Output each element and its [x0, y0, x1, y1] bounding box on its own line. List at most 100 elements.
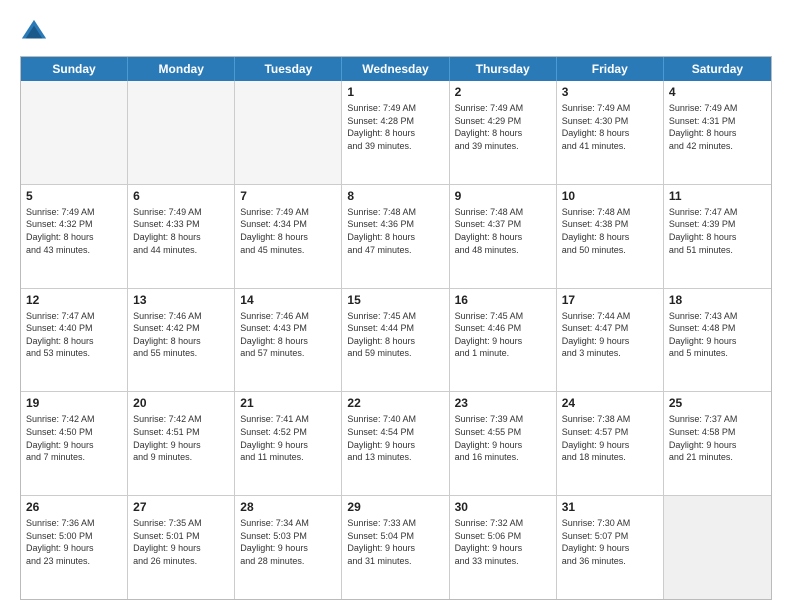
day-number: 26 — [26, 500, 122, 514]
weekday-header-thursday: Thursday — [450, 57, 557, 81]
day-number: 22 — [347, 396, 443, 410]
calendar-cell-3-7: 18 Sunrise: 7:43 AM Sunset: 4:48 PM Dayli… — [664, 289, 771, 392]
weekday-header-sunday: Sunday — [21, 57, 128, 81]
calendar-week-4: 19Sunrise: 7:42 AM Sunset: 4:50 PM Dayli… — [21, 392, 771, 496]
calendar-cell-3-6: 17Sunrise: 7:44 AM Sunset: 4:47 PM Dayli… — [557, 289, 664, 392]
day-number: 5 — [26, 189, 122, 203]
cell-text: Sunrise: 7:49 AM Sunset: 4:33 PM Dayligh… — [133, 206, 229, 256]
day-number: 30 — [455, 500, 551, 514]
calendar-cell-5-5: 30 Sunrise: 7:32 AM Sunset: 5:06 PM Dayli… — [450, 496, 557, 599]
cell-text: Sunrise: 7:39 AM Sunset: 4:55 PM Dayligh… — [455, 413, 551, 463]
cell-text: Sunrise: 7:49 AM Sunset: 4:31 PM Dayligh… — [669, 102, 766, 152]
calendar-week-2: 5 Sunrise: 7:49 AM Sunset: 4:32 PM Daylig… — [21, 185, 771, 289]
calendar-cell-4-5: 23 Sunrise: 7:39 AM Sunset: 4:55 PM Dayli… — [450, 392, 557, 495]
calendar-cell-2-6: 10 Sunrise: 7:48 AM Sunset: 4:38 PM Dayli… — [557, 185, 664, 288]
calendar-cell-5-3: 28 Sunrise: 7:34 AM Sunset: 5:03 PM Dayli… — [235, 496, 342, 599]
logo-icon — [20, 18, 48, 46]
calendar-cell-3-4: 15 Sunrise: 7:45 AM Sunset: 4:44 PM Dayli… — [342, 289, 449, 392]
day-number: 16 — [455, 293, 551, 307]
cell-text: Sunrise: 7:45 AM Sunset: 4:44 PM Dayligh… — [347, 310, 443, 360]
cell-text: Sunrise: 7:47 AM Sunset: 4:40 PM Dayligh… — [26, 310, 122, 360]
day-number: 29 — [347, 500, 443, 514]
day-number: 20 — [133, 396, 229, 410]
calendar: SundayMondayTuesdayWednesdayThursdayFrid… — [20, 56, 772, 600]
calendar-cell-3-1: 12 Sunrise: 7:47 AM Sunset: 4:40 PM Dayli… — [21, 289, 128, 392]
day-number: 10 — [562, 189, 658, 203]
cell-text: Sunrise: 7:41 AM Sunset: 4:52 PM Dayligh… — [240, 413, 336, 463]
day-number: 4 — [669, 85, 766, 99]
cell-text: Sunrise: 7:47 AM Sunset: 4:39 PM Dayligh… — [669, 206, 766, 256]
cell-text: Sunrise: 7:33 AM Sunset: 5:04 PM Dayligh… — [347, 517, 443, 567]
cell-text: Sunrise: 7:46 AM Sunset: 4:42 PM Dayligh… — [133, 310, 229, 360]
calendar-cell-2-5: 9 Sunrise: 7:48 AM Sunset: 4:37 PM Daylig… — [450, 185, 557, 288]
cell-text: Sunrise: 7:49 AM Sunset: 4:32 PM Dayligh… — [26, 206, 122, 256]
weekday-header-wednesday: Wednesday — [342, 57, 449, 81]
day-number: 13 — [133, 293, 229, 307]
calendar-cell-1-4: 1 Sunrise: 7:49 AM Sunset: 4:28 PM Daylig… — [342, 81, 449, 184]
calendar-cell-2-7: 11 Sunrise: 7:47 AM Sunset: 4:39 PM Dayli… — [664, 185, 771, 288]
cell-text: Sunrise: 7:34 AM Sunset: 5:03 PM Dayligh… — [240, 517, 336, 567]
weekday-header-tuesday: Tuesday — [235, 57, 342, 81]
calendar-cell-2-1: 5 Sunrise: 7:49 AM Sunset: 4:32 PM Daylig… — [21, 185, 128, 288]
cell-text: Sunrise: 7:49 AM Sunset: 4:34 PM Dayligh… — [240, 206, 336, 256]
day-number: 18 — [669, 293, 766, 307]
calendar-cell-4-6: 24 Sunrise: 7:38 AM Sunset: 4:57 PM Dayli… — [557, 392, 664, 495]
day-number: 15 — [347, 293, 443, 307]
calendar-cell-4-7: 25Sunrise: 7:37 AM Sunset: 4:58 PM Dayli… — [664, 392, 771, 495]
calendar-cell-4-2: 20 Sunrise: 7:42 AM Sunset: 4:51 PM Dayli… — [128, 392, 235, 495]
calendar-cell-3-5: 16 Sunrise: 7:45 AM Sunset: 4:46 PM Dayli… — [450, 289, 557, 392]
logo — [20, 18, 52, 46]
calendar-cell-3-2: 13 Sunrise: 7:46 AM Sunset: 4:42 PM Dayli… — [128, 289, 235, 392]
cell-text: Sunrise: 7:38 AM Sunset: 4:57 PM Dayligh… — [562, 413, 658, 463]
calendar-body: 1 Sunrise: 7:49 AM Sunset: 4:28 PM Daylig… — [21, 81, 771, 599]
day-number: 3 — [562, 85, 658, 99]
day-number: 12 — [26, 293, 122, 307]
cell-text: Sunrise: 7:35 AM Sunset: 5:01 PM Dayligh… — [133, 517, 229, 567]
weekday-header-saturday: Saturday — [664, 57, 771, 81]
calendar-cell-3-3: 14Sunrise: 7:46 AM Sunset: 4:43 PM Dayli… — [235, 289, 342, 392]
calendar-week-1: 1 Sunrise: 7:49 AM Sunset: 4:28 PM Daylig… — [21, 81, 771, 185]
calendar-cell-2-4: 8Sunrise: 7:48 AM Sunset: 4:36 PM Daylig… — [342, 185, 449, 288]
cell-text: Sunrise: 7:32 AM Sunset: 5:06 PM Dayligh… — [455, 517, 551, 567]
calendar-week-3: 12 Sunrise: 7:47 AM Sunset: 4:40 PM Dayli… — [21, 289, 771, 393]
cell-text: Sunrise: 7:48 AM Sunset: 4:38 PM Dayligh… — [562, 206, 658, 256]
day-number: 23 — [455, 396, 551, 410]
day-number: 21 — [240, 396, 336, 410]
calendar-header: SundayMondayTuesdayWednesdayThursdayFrid… — [21, 57, 771, 81]
weekday-header-monday: Monday — [128, 57, 235, 81]
cell-text: Sunrise: 7:30 AM Sunset: 5:07 PM Dayligh… — [562, 517, 658, 567]
calendar-cell-4-1: 19Sunrise: 7:42 AM Sunset: 4:50 PM Dayli… — [21, 392, 128, 495]
calendar-cell-1-6: 3Sunrise: 7:49 AM Sunset: 4:30 PM Daylig… — [557, 81, 664, 184]
weekday-header-friday: Friday — [557, 57, 664, 81]
day-number: 9 — [455, 189, 551, 203]
cell-text: Sunrise: 7:49 AM Sunset: 4:29 PM Dayligh… — [455, 102, 551, 152]
calendar-cell-5-2: 27Sunrise: 7:35 AM Sunset: 5:01 PM Dayli… — [128, 496, 235, 599]
day-number: 28 — [240, 500, 336, 514]
cell-text: Sunrise: 7:45 AM Sunset: 4:46 PM Dayligh… — [455, 310, 551, 360]
day-number: 17 — [562, 293, 658, 307]
cell-text: Sunrise: 7:42 AM Sunset: 4:51 PM Dayligh… — [133, 413, 229, 463]
day-number: 24 — [562, 396, 658, 410]
calendar-cell-5-7 — [664, 496, 771, 599]
cell-text: Sunrise: 7:48 AM Sunset: 4:37 PM Dayligh… — [455, 206, 551, 256]
day-number: 11 — [669, 189, 766, 203]
day-number: 2 — [455, 85, 551, 99]
calendar-cell-1-3 — [235, 81, 342, 184]
day-number: 31 — [562, 500, 658, 514]
calendar-cell-4-4: 22Sunrise: 7:40 AM Sunset: 4:54 PM Dayli… — [342, 392, 449, 495]
calendar-cell-5-4: 29 Sunrise: 7:33 AM Sunset: 5:04 PM Dayli… — [342, 496, 449, 599]
cell-text: Sunrise: 7:49 AM Sunset: 4:28 PM Dayligh… — [347, 102, 443, 152]
calendar-week-5: 26Sunrise: 7:36 AM Sunset: 5:00 PM Dayli… — [21, 496, 771, 599]
calendar-cell-1-2 — [128, 81, 235, 184]
calendar-cell-5-6: 31 Sunrise: 7:30 AM Sunset: 5:07 PM Dayli… — [557, 496, 664, 599]
day-number: 8 — [347, 189, 443, 203]
day-number: 25 — [669, 396, 766, 410]
calendar-cell-5-1: 26Sunrise: 7:36 AM Sunset: 5:00 PM Dayli… — [21, 496, 128, 599]
day-number: 1 — [347, 85, 443, 99]
page-header — [20, 18, 772, 46]
cell-text: Sunrise: 7:43 AM Sunset: 4:48 PM Dayligh… — [669, 310, 766, 360]
cell-text: Sunrise: 7:46 AM Sunset: 4:43 PM Dayligh… — [240, 310, 336, 360]
day-number: 19 — [26, 396, 122, 410]
calendar-cell-1-7: 4 Sunrise: 7:49 AM Sunset: 4:31 PM Daylig… — [664, 81, 771, 184]
calendar-cell-2-2: 6Sunrise: 7:49 AM Sunset: 4:33 PM Daylig… — [128, 185, 235, 288]
